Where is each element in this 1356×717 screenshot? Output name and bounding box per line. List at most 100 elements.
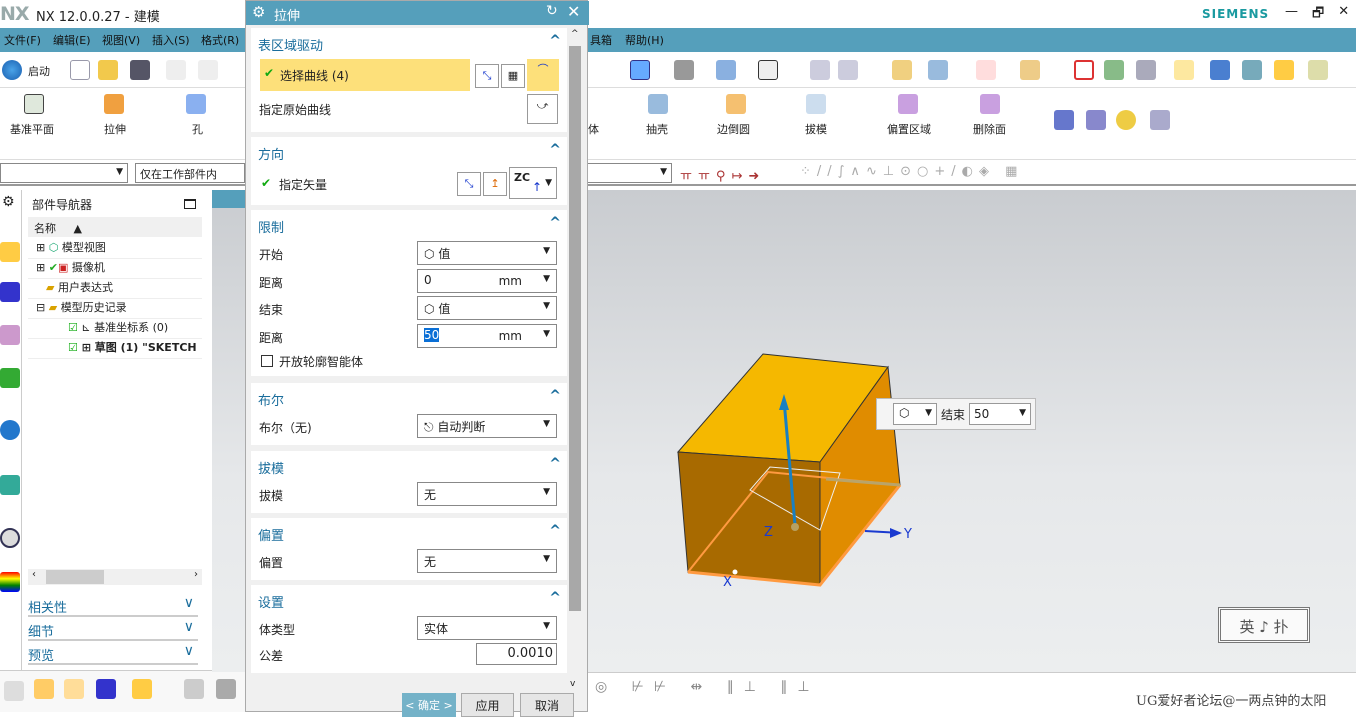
tag-icon[interactable] <box>1174 60 1194 80</box>
horizontal-scrollbar[interactable]: ‹ › <box>28 569 202 585</box>
check-sheet-icon[interactable] <box>1274 60 1294 80</box>
abc-annotate-icon[interactable] <box>1308 60 1328 80</box>
constraint-navigator-icon[interactable] <box>0 282 20 302</box>
collapse-icon[interactable]: ^ <box>549 33 561 49</box>
reuse-library-icon[interactable] <box>0 368 20 388</box>
offset-region-icon[interactable] <box>898 94 918 114</box>
info-icon[interactable] <box>0 420 20 440</box>
extrude-icon[interactable] <box>104 94 124 114</box>
extrude-button[interactable]: 拉伸 <box>104 121 126 137</box>
delete-face-button[interactable]: 删除面 <box>973 121 1006 137</box>
hole-button[interactable]: 孔 <box>192 121 203 137</box>
section-details[interactable]: 细节 ∨ <box>28 617 198 641</box>
minimize-button[interactable]: — <box>1285 4 1298 26</box>
menu-toolbox[interactable]: 具箱 <box>590 32 612 48</box>
component-icon[interactable] <box>4 681 24 701</box>
end-type-dropdown[interactable]: ⬡ 值 ▼ <box>417 296 557 320</box>
ruler-icon[interactable] <box>1020 60 1040 80</box>
maximize-icon[interactable] <box>184 199 196 209</box>
background-icon[interactable] <box>758 60 778 80</box>
tree-item-model-views[interactable]: ⊞ ⬡ 模型视图 <box>28 239 202 259</box>
spring-icon[interactable] <box>1054 110 1074 130</box>
draft-icon[interactable] <box>806 94 826 114</box>
assembly-navigator-icon[interactable] <box>0 242 20 262</box>
edge-blend-icon[interactable] <box>726 94 746 114</box>
edge-blend-button[interactable]: 边倒圆 <box>717 121 750 137</box>
column-header-name[interactable]: 名称 ▲ <box>28 217 202 237</box>
start-icon[interactable] <box>2 60 22 80</box>
menu-help[interactable]: 帮助(H) <box>625 32 664 48</box>
add-component-icon[interactable] <box>34 679 54 699</box>
body-button[interactable]: 体 <box>588 121 599 137</box>
curve-icon[interactable]: ⌒ <box>527 59 559 91</box>
move-component-icon[interactable] <box>64 679 84 699</box>
color-palette-icon[interactable] <box>892 60 912 80</box>
close-button[interactable]: ✕ <box>1338 4 1349 26</box>
collapse-icon[interactable]: ^ <box>549 523 561 539</box>
select-box-icon[interactable] <box>1074 60 1094 80</box>
shell-button[interactable]: 抽壳 <box>646 121 668 137</box>
section-view-icon[interactable] <box>810 60 830 80</box>
measure-icon[interactable] <box>976 60 996 80</box>
open-folder-icon[interactable] <box>98 60 118 80</box>
type-filter-dropdown[interactable]: ▼ <box>0 163 128 183</box>
collapse-icon[interactable]: ^ <box>549 215 561 231</box>
tree-item-sketch[interactable]: ☑ ⊞ 草图 (1) "SKETCH <box>28 339 202 359</box>
layer-settings-icon[interactable] <box>1136 60 1156 80</box>
collapse-icon[interactable]: ^ <box>549 142 561 158</box>
tree-item-user-expressions[interactable]: ▰ 用户表达式 <box>28 279 202 299</box>
tree-item-model-history[interactable]: ⊟ ▰ 模型历史记录 <box>28 299 202 319</box>
palette-icon[interactable] <box>0 572 20 592</box>
start-type-dropdown[interactable]: ⬡ 值 ▼ <box>417 241 557 265</box>
layers-icon[interactable] <box>1104 60 1124 80</box>
extension-spring-icon[interactable] <box>1086 110 1106 130</box>
apply-button[interactable]: 应用 <box>461 693 514 717</box>
sketch-section-icon[interactable]: ▦ <box>501 64 525 88</box>
new-file-icon[interactable] <box>70 60 90 80</box>
check-face-icon[interactable] <box>1242 60 1262 80</box>
dimension-icons[interactable]: ◎ ⊬⊬ ⇹ ∥⊥ ∥⊥ <box>595 679 820 695</box>
tree-item-datum-csys[interactable]: ☑ ⊾ 基准坐标系 (0) <box>28 319 202 339</box>
float-end-input[interactable]: 50 ▼ <box>969 403 1031 425</box>
restore-button[interactable]: 🗗 <box>1312 4 1324 26</box>
part-navigator-icon[interactable] <box>0 325 20 345</box>
ok-button[interactable]: < 确定 > <box>402 693 456 717</box>
tree-item-cameras[interactable]: ⊞ ✔▣ 摄像机 <box>28 259 202 279</box>
check-body-icon[interactable] <box>1210 60 1230 80</box>
copy-icon[interactable] <box>198 60 218 80</box>
reverse-vector-icon[interactable]: ⤡ <box>457 172 481 196</box>
select-curve-row[interactable]: ✔ 选择曲线 (4) <box>260 59 470 91</box>
end-distance-input[interactable]: 50 mm ▼ <box>417 324 557 348</box>
end-type-dropdown[interactable]: ⬡ ▼ <box>893 403 937 425</box>
view-orient-icon[interactable] <box>716 60 736 80</box>
draft-dropdown[interactable]: 无 ▼ <box>417 482 557 506</box>
cancel-button[interactable]: 取消 <box>520 693 574 717</box>
explode-view-icon[interactable] <box>184 679 204 699</box>
checkered-flag-icon[interactable] <box>216 679 236 699</box>
settings-gear-icon[interactable]: ⚙ <box>2 194 15 210</box>
start-button[interactable]: 启动 <box>28 63 50 79</box>
collapse-icon[interactable]: ^ <box>549 590 561 606</box>
washer-icon[interactable] <box>1116 110 1136 130</box>
clip-view-icon[interactable] <box>838 60 858 80</box>
vector-dialog-icon[interactable]: ↥ <box>483 172 507 196</box>
render-style-icon[interactable] <box>674 60 694 80</box>
hole-icon[interactable] <box>186 94 206 114</box>
datum-plane-button[interactable]: 基准平面 <box>10 121 54 137</box>
datum-plane-icon[interactable] <box>24 94 44 114</box>
history-clock-icon[interactable] <box>0 528 20 548</box>
scope-dropdown-arrow[interactable]: ▼ <box>588 163 672 183</box>
shell-icon[interactable] <box>648 94 668 114</box>
menu-file[interactable]: 文件(F) <box>4 32 41 48</box>
offset-region-button[interactable]: 偏置区域 <box>887 121 931 137</box>
part-file-tab[interactable] <box>212 190 245 208</box>
reverse-direction-icon[interactable]: ⤡ <box>475 64 499 88</box>
start-distance-input[interactable]: 0 mm ▼ <box>417 269 557 293</box>
snap-view-icon[interactable] <box>928 60 948 80</box>
menu-insert[interactable]: 插入(S) <box>152 32 190 48</box>
origin-curve-button[interactable]: ⤻ <box>527 94 558 124</box>
collapse-icon[interactable]: ^ <box>549 456 561 472</box>
point-type-icons[interactable]: ⁘//∫∧∿⊥⊙○+/◐◈ ▦ <box>800 164 1023 179</box>
arrangement-icon[interactable] <box>132 679 152 699</box>
save-icon[interactable] <box>130 60 150 80</box>
